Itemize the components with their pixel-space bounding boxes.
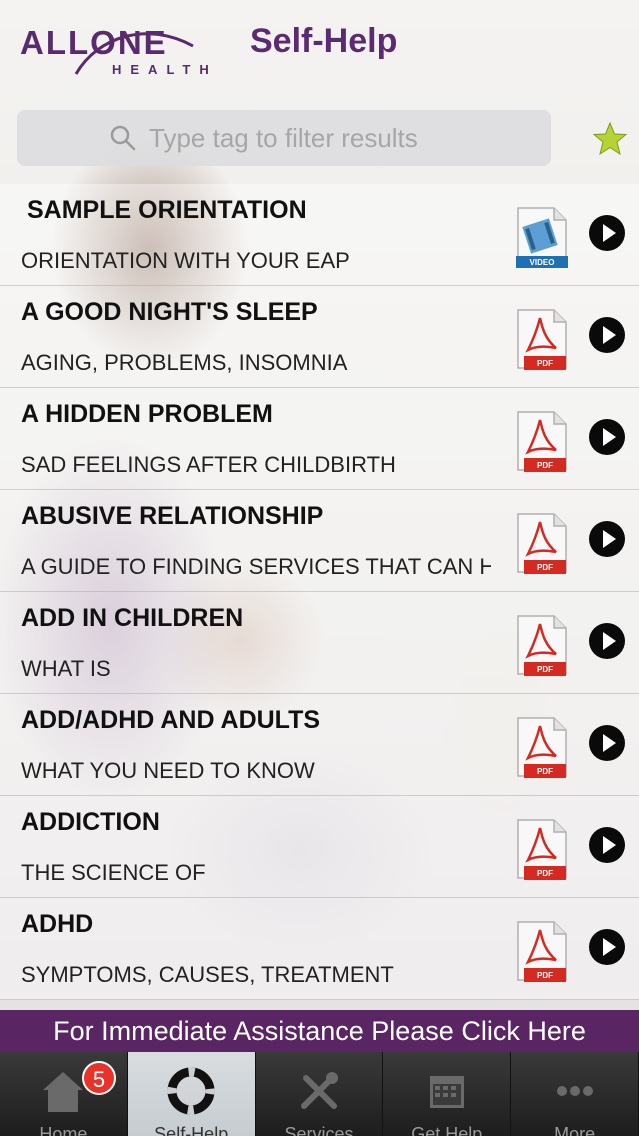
play-icon: [603, 938, 616, 956]
pdf-file-icon: PDF: [517, 921, 567, 982]
play-button[interactable]: [589, 215, 625, 251]
play-icon: [603, 428, 616, 446]
play-button[interactable]: [589, 827, 625, 863]
item-title: ABUSIVE RELATIONSHIP: [21, 502, 324, 530]
pdf-file-icon: PDF: [517, 615, 567, 676]
tab-get-help[interactable]: Get Help: [383, 1052, 512, 1136]
list-item[interactable]: A HIDDEN PROBLEM SAD FEELINGS AFTER CHIL…: [0, 388, 639, 490]
file-type-label: PDF: [537, 359, 553, 368]
item-subtitle: WHAT YOU NEED TO KNOW: [21, 758, 315, 783]
tab-label: Services: [284, 1124, 354, 1136]
play-icon: [603, 326, 616, 344]
item-title: ADD IN CHILDREN: [21, 604, 244, 632]
list-item[interactable]: ADHD SYMPTOMS, CAUSES, TREATMENT PDF: [0, 898, 639, 1000]
item-title: A GOOD NIGHT'S SLEEP: [21, 298, 318, 326]
list-item[interactable]: ADDICTION THE SCIENCE OF PDF: [0, 796, 639, 898]
tab-label: Home: [39, 1124, 88, 1136]
video-file-icon: VIDEO: [516, 207, 568, 268]
tab-bar: 5 Home Self-Help Services Get Help More: [0, 1052, 639, 1136]
list-item[interactable]: A GOOD NIGHT'S SLEEP AGING, PROBLEMS, IN…: [0, 286, 639, 388]
file-type-label: PDF: [537, 461, 553, 470]
play-icon: [603, 224, 616, 242]
header: ALLONE HEALTH Self-Help: [0, 0, 639, 100]
more-icon: [556, 1086, 593, 1096]
self-help-list: SAMPLE ORIENTATION ORIENTATION WITH YOUR…: [0, 184, 639, 1000]
item-title: SAMPLE ORIENTATION: [27, 196, 307, 224]
lifebuoy-icon: [167, 1067, 215, 1115]
home-icon: [43, 1072, 84, 1112]
file-type-label: PDF: [537, 665, 553, 674]
tab-label: Get Help: [411, 1124, 483, 1136]
file-type-label: PDF: [537, 869, 553, 878]
tab-label: More: [554, 1124, 596, 1136]
play-button[interactable]: [589, 521, 625, 557]
search-input[interactable]: [149, 118, 539, 158]
page-title: Self-Help: [250, 22, 398, 60]
item-subtitle: A GUIDE TO FINDING SERVICES THAT CAN H: [21, 554, 491, 579]
list-item[interactable]: ADD/ADHD AND ADULTS WHAT YOU NEED TO KNO…: [0, 694, 639, 796]
play-icon: [603, 632, 616, 650]
play-icon: [603, 530, 616, 548]
play-button[interactable]: [589, 317, 625, 353]
item-subtitle: WHAT IS: [21, 656, 111, 681]
file-type-label: PDF: [537, 767, 553, 776]
list-item[interactable]: SAMPLE ORIENTATION ORIENTATION WITH YOUR…: [0, 184, 639, 286]
calendar-icon: [429, 1076, 464, 1108]
list-item[interactable]: ADD IN CHILDREN WHAT IS PDF: [0, 592, 639, 694]
tools-icon: [300, 1072, 338, 1109]
play-button[interactable]: [589, 725, 625, 761]
tab-self-help[interactable]: Self-Help: [127, 1052, 256, 1136]
tab-services[interactable]: Services: [256, 1052, 384, 1136]
pdf-file-icon: PDF: [517, 411, 567, 472]
file-type-label: PDF: [537, 971, 553, 980]
play-button[interactable]: [589, 623, 625, 659]
play-button[interactable]: [589, 419, 625, 455]
item-title: ADHD: [21, 910, 94, 938]
tab-more[interactable]: More: [511, 1052, 639, 1136]
item-title: A HIDDEN PROBLEM: [21, 400, 273, 428]
search-bar[interactable]: [17, 110, 551, 166]
tab-label: Self-Help: [154, 1124, 229, 1136]
file-type-label: PDF: [537, 563, 553, 572]
item-subtitle: SAD FEELINGS AFTER CHILDBIRTH: [21, 452, 396, 477]
pdf-file-icon: PDF: [517, 717, 567, 778]
immediate-assistance-banner[interactable]: For Immediate Assistance Please Click He…: [0, 1010, 639, 1052]
item-subtitle: THE SCIENCE OF: [21, 860, 206, 885]
logo-text: ALLONE: [20, 24, 168, 61]
favorites-star-icon[interactable]: [592, 121, 628, 157]
allone-health-logo: ALLONE HEALTH: [20, 16, 230, 80]
item-title: ADDICTION: [21, 808, 160, 836]
pdf-file-icon: PDF: [517, 513, 567, 574]
file-type-label: VIDEO: [530, 258, 555, 267]
search-icon: [110, 125, 136, 151]
item-subtitle: ORIENTATION WITH YOUR EAP: [21, 248, 350, 273]
item-subtitle: AGING, PROBLEMS, INSOMNIA: [21, 350, 348, 375]
play-icon: [603, 734, 616, 752]
tab-home[interactable]: 5 Home: [0, 1052, 128, 1136]
item-subtitle: SYMPTOMS, CAUSES, TREATMENT: [21, 962, 394, 987]
notification-badge: 5: [82, 1061, 116, 1095]
pdf-file-icon: PDF: [517, 819, 567, 880]
list-item[interactable]: ABUSIVE RELATIONSHIP A GUIDE TO FINDING …: [0, 490, 639, 592]
pdf-file-icon: PDF: [517, 309, 567, 370]
logo-subtext: HEALTH: [112, 62, 218, 77]
play-icon: [603, 836, 616, 854]
play-button[interactable]: [589, 929, 625, 965]
item-title: ADD/ADHD AND ADULTS: [21, 706, 321, 734]
